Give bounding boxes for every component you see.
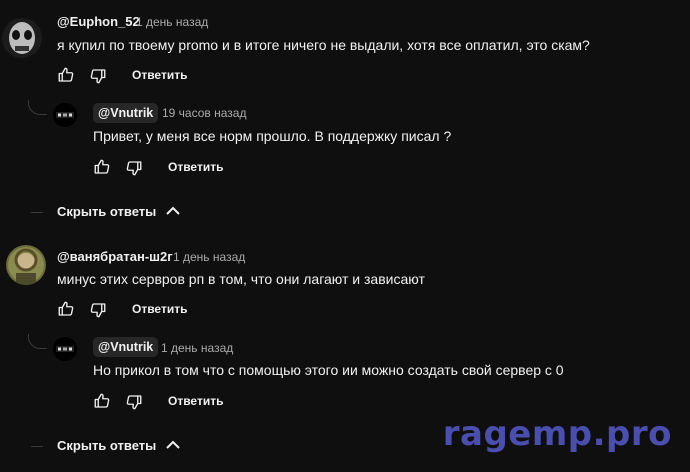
reply-button[interactable]: Ответить: [168, 160, 223, 174]
comment-text: минус этих сервров рп в том, что они лаг…: [57, 271, 425, 287]
comment-author[interactable]: @ванябратан-ш2г: [57, 249, 173, 264]
reply-button[interactable]: Ответить: [132, 302, 187, 316]
comment-time[interactable]: 1 день назад: [173, 250, 245, 264]
comment-author[interactable]: @Euphon_52: [57, 14, 140, 29]
avatar[interactable]: [53, 103, 77, 127]
comment-text: я купил по твоему promo и в итоге ничего…: [57, 37, 590, 53]
avatar[interactable]: [2, 18, 42, 58]
chevron-up-icon: [166, 204, 180, 219]
comment-time[interactable]: 1 день назад: [136, 15, 208, 29]
avatar[interactable]: [53, 337, 77, 361]
thread-connector: [31, 212, 43, 213]
hide-replies-label: Скрыть ответы: [57, 438, 157, 453]
like-icon[interactable]: [93, 392, 111, 410]
reply-text: Но прикол в том что с помощью этого ии м…: [93, 362, 564, 378]
reply-text: Привет, у меня все норм прошло. В поддер…: [93, 128, 452, 144]
reply-author[interactable]: @Vnutrik: [93, 103, 159, 123]
hide-replies-button[interactable]: Скрыть ответы: [57, 438, 180, 453]
thread-connector: [28, 334, 47, 349]
reply-author[interactable]: @Vnutrik: [93, 337, 159, 357]
thread-connector: [31, 446, 43, 447]
hide-replies-button[interactable]: Скрыть ответы: [57, 204, 180, 219]
dislike-icon[interactable]: [125, 159, 143, 177]
reply-button[interactable]: Ответить: [168, 394, 223, 408]
thread-connector: [28, 100, 47, 115]
dislike-icon[interactable]: [89, 67, 107, 85]
hide-replies-label: Скрыть ответы: [57, 204, 157, 219]
dislike-icon[interactable]: [125, 393, 143, 411]
like-icon[interactable]: [57, 300, 75, 318]
like-icon[interactable]: [93, 158, 111, 176]
reply-button[interactable]: Ответить: [132, 68, 187, 82]
avatar[interactable]: [6, 245, 46, 285]
dislike-icon[interactable]: [89, 301, 107, 319]
like-icon[interactable]: [57, 66, 75, 84]
chevron-up-icon: [166, 438, 180, 453]
reply-time[interactable]: 1 день назад: [161, 341, 233, 355]
reply-time[interactable]: 19 часов назад: [162, 106, 246, 120]
watermark: ragemp.pro: [442, 414, 672, 454]
